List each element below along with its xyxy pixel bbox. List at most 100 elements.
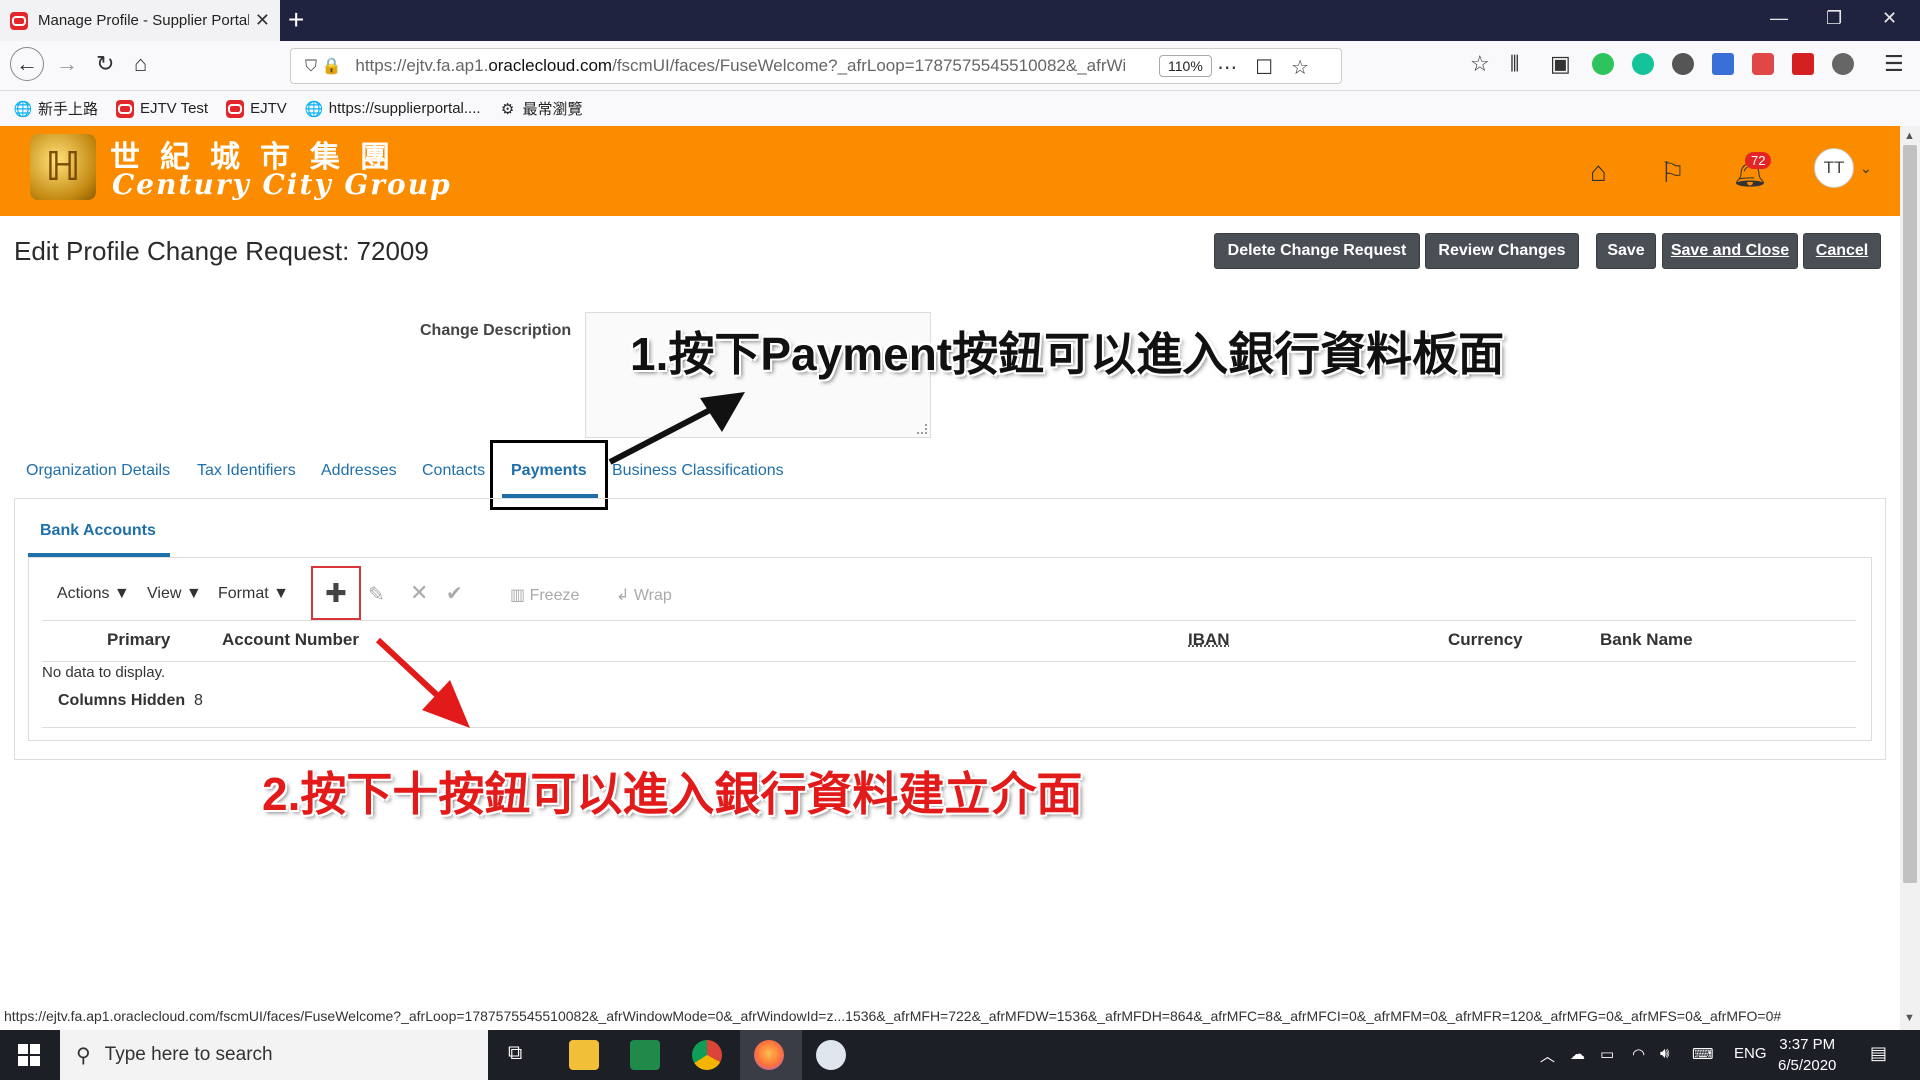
extension-icon[interactable] xyxy=(1832,53,1854,75)
status-bar-url: https://ejtv.fa.ap1.oraclecloud.com/fscm… xyxy=(4,1008,1782,1024)
minimize-icon[interactable]: — xyxy=(1770,8,1788,29)
bookmark-item[interactable]: ⚙ 最常瀏覽 xyxy=(499,98,583,119)
grammarly-icon[interactable] xyxy=(1632,53,1654,75)
format-menu[interactable]: Format ▼ xyxy=(218,585,289,603)
bookmarks-bar: 🌐 新手上路 EJTV Test EJTV 🌐 https://supplierpo… xyxy=(0,91,1920,126)
app-header: ℍ 世紀城市集團 Century City Group ⌂ ⚐ 🔔︎ 72 TT… xyxy=(0,126,1900,216)
review-changes-button[interactable]: Review Changes xyxy=(1425,233,1579,269)
freeze-button[interactable]: ▥ Freeze xyxy=(510,585,579,605)
column-header-iban[interactable]: IBAN xyxy=(1188,630,1230,650)
notification-badge: 72 xyxy=(1745,152,1772,169)
notifications-icon[interactable]: ▤ xyxy=(1870,1043,1887,1064)
account-icon[interactable] xyxy=(1672,53,1694,75)
url-bar[interactable]: ⛉ 🔒 https://ejtv.fa.ap1.oraclecloud.com/… xyxy=(290,48,1342,84)
scroll-down-icon[interactable]: ▼ xyxy=(1904,1012,1915,1024)
view-menu[interactable]: View ▼ xyxy=(147,585,202,603)
bookmark-item[interactable]: 🌐 https://supplierportal.... xyxy=(304,100,480,118)
wrap-button[interactable]: ↲ Wrap xyxy=(616,585,672,605)
column-header-account-number[interactable]: Account Number xyxy=(222,630,359,650)
keyboard-icon[interactable]: ⌨ xyxy=(1692,1045,1714,1063)
bookmark-item[interactable]: EJTV xyxy=(226,99,287,118)
save-and-close-button[interactable]: Save and Close xyxy=(1662,233,1798,269)
close-tab-icon[interactable]: ✕ xyxy=(255,10,270,31)
back-icon[interactable]: ← xyxy=(10,47,44,81)
column-header-primary[interactable]: Primary xyxy=(107,630,170,650)
scroll-up-icon[interactable]: ▲ xyxy=(1904,130,1915,142)
browser-tab[interactable]: Manage Profile - Supplier Portal ✕ xyxy=(0,0,280,41)
company-name-en: Century City Group xyxy=(112,168,452,201)
tab-contacts[interactable]: Contacts xyxy=(422,462,485,480)
excel-icon[interactable] xyxy=(630,1040,660,1070)
check-icon[interactable]: ✔ xyxy=(446,581,463,606)
scrollbar-thumb[interactable] xyxy=(1903,145,1917,883)
close-window-icon[interactable]: ✕ xyxy=(1882,8,1897,29)
browser-tab-bar: Manage Profile - Supplier Portal ✕ + — ❐… xyxy=(0,0,1920,41)
bookmark-item[interactable]: 🌐 新手上路 xyxy=(14,98,98,119)
new-tab-icon[interactable]: + xyxy=(288,4,304,36)
gear-icon: ⚙ xyxy=(500,100,515,118)
divider xyxy=(42,620,1856,621)
annotation-step-1: 1.按下Payment按鈕可以進入銀行資料板面 xyxy=(630,328,1505,380)
columns-hidden-status: Columns Hidden 8 xyxy=(58,692,203,709)
file-explorer-icon[interactable] xyxy=(569,1040,599,1070)
save-button[interactable]: Save xyxy=(1596,233,1656,269)
restore-icon[interactable]: ❐ xyxy=(1826,8,1842,29)
tab-business-classifications[interactable]: Business Classifications xyxy=(612,462,784,480)
taskbar-search-input[interactable]: ⚲ Type here to search xyxy=(60,1030,488,1080)
windows-start-icon[interactable] xyxy=(18,1044,40,1066)
wifi-icon[interactable]: ◠ xyxy=(1632,1045,1645,1063)
divider xyxy=(42,727,1856,728)
shield-ext-icon[interactable] xyxy=(1752,53,1774,75)
tab-addresses[interactable]: Addresses xyxy=(321,462,397,480)
home-icon[interactable]: ⌂ xyxy=(1590,156,1607,188)
forward-icon[interactable]: → xyxy=(56,51,78,77)
column-header-bank-name[interactable]: Bank Name xyxy=(1600,630,1693,650)
reading-list-icon[interactable]: ☆ xyxy=(1470,51,1490,77)
bookmark-ext-icon[interactable] xyxy=(1712,53,1734,75)
divider xyxy=(42,661,1856,662)
task-view-icon[interactable]: ⧉ xyxy=(508,1042,522,1065)
flag-icon[interactable]: ⚐ xyxy=(1660,156,1685,189)
paint-icon[interactable] xyxy=(816,1040,846,1070)
oracle-favicon-icon xyxy=(10,11,28,30)
globe-icon: 🌐 xyxy=(304,100,324,118)
chrome-icon[interactable] xyxy=(692,1040,722,1070)
volume-icon[interactable]: 🔊︎ xyxy=(1660,1045,1669,1062)
actions-menu[interactable]: Actions ▼ xyxy=(57,585,130,603)
tab-organization-details[interactable]: Organization Details xyxy=(26,462,170,480)
pdf-ext-icon[interactable] xyxy=(1792,53,1814,75)
tab-bank-accounts[interactable]: Bank Accounts xyxy=(40,522,156,540)
search-icon: ⚲ xyxy=(76,1044,91,1067)
firefox-icon[interactable] xyxy=(754,1040,784,1070)
page-title: Edit Profile Change Request: 72009 xyxy=(14,236,429,266)
reload-icon[interactable]: ↻ xyxy=(96,51,114,77)
page-actions[interactable]: ⋯☐☆ xyxy=(1217,55,1327,80)
add-button[interactable]: ✚ xyxy=(325,580,347,606)
url-text: https://ejtv.fa.ap1.oraclecloud.com/fscm… xyxy=(355,56,1126,75)
battery-icon[interactable]: ▭ xyxy=(1600,1045,1614,1063)
globe-icon: 🌐 xyxy=(13,100,33,118)
zoom-level[interactable]: 110% xyxy=(1159,55,1212,77)
chevron-down-icon[interactable]: ⌄ xyxy=(1860,160,1872,177)
sidebar-icon[interactable]: ▣ xyxy=(1550,51,1571,77)
column-header-currency[interactable]: Currency xyxy=(1448,630,1523,650)
library-icon[interactable]: ⫴ xyxy=(1510,51,1519,77)
bookmark-item[interactable]: EJTV Test xyxy=(116,99,208,118)
menu-icon[interactable]: ☰ xyxy=(1884,51,1904,77)
edit-icon[interactable]: ✎ xyxy=(368,582,385,607)
home-icon[interactable]: ⌂ xyxy=(134,51,147,77)
shield-icon[interactable]: ⛉ 🔒 xyxy=(305,56,341,76)
clock[interactable]: 3:37 PM 6/5/2020 xyxy=(1778,1034,1836,1076)
avatar[interactable]: TT xyxy=(1814,148,1854,188)
extension-check-icon[interactable] xyxy=(1592,53,1614,75)
annotation-step-2: 2.按下十按鈕可以進入銀行資料建立介面 xyxy=(262,768,1083,820)
tab-tax-identifiers[interactable]: Tax Identifiers xyxy=(197,462,296,480)
language-indicator[interactable]: ENG xyxy=(1734,1045,1767,1062)
delete-change-request-button[interactable]: Delete Change Request xyxy=(1214,233,1420,269)
chevron-up-icon[interactable]: ︿ xyxy=(1540,1045,1555,1066)
cancel-button[interactable]: Cancel xyxy=(1803,233,1881,269)
browser-nav-bar: ← → ↻ ⌂ ⛉ 🔒 https://ejtv.fa.ap1.oraclecl… xyxy=(0,41,1920,91)
delete-icon[interactable]: ✕ xyxy=(410,580,428,606)
company-logo-icon[interactable]: ℍ xyxy=(30,134,96,200)
cloud-icon[interactable]: ☁ xyxy=(1570,1045,1585,1063)
